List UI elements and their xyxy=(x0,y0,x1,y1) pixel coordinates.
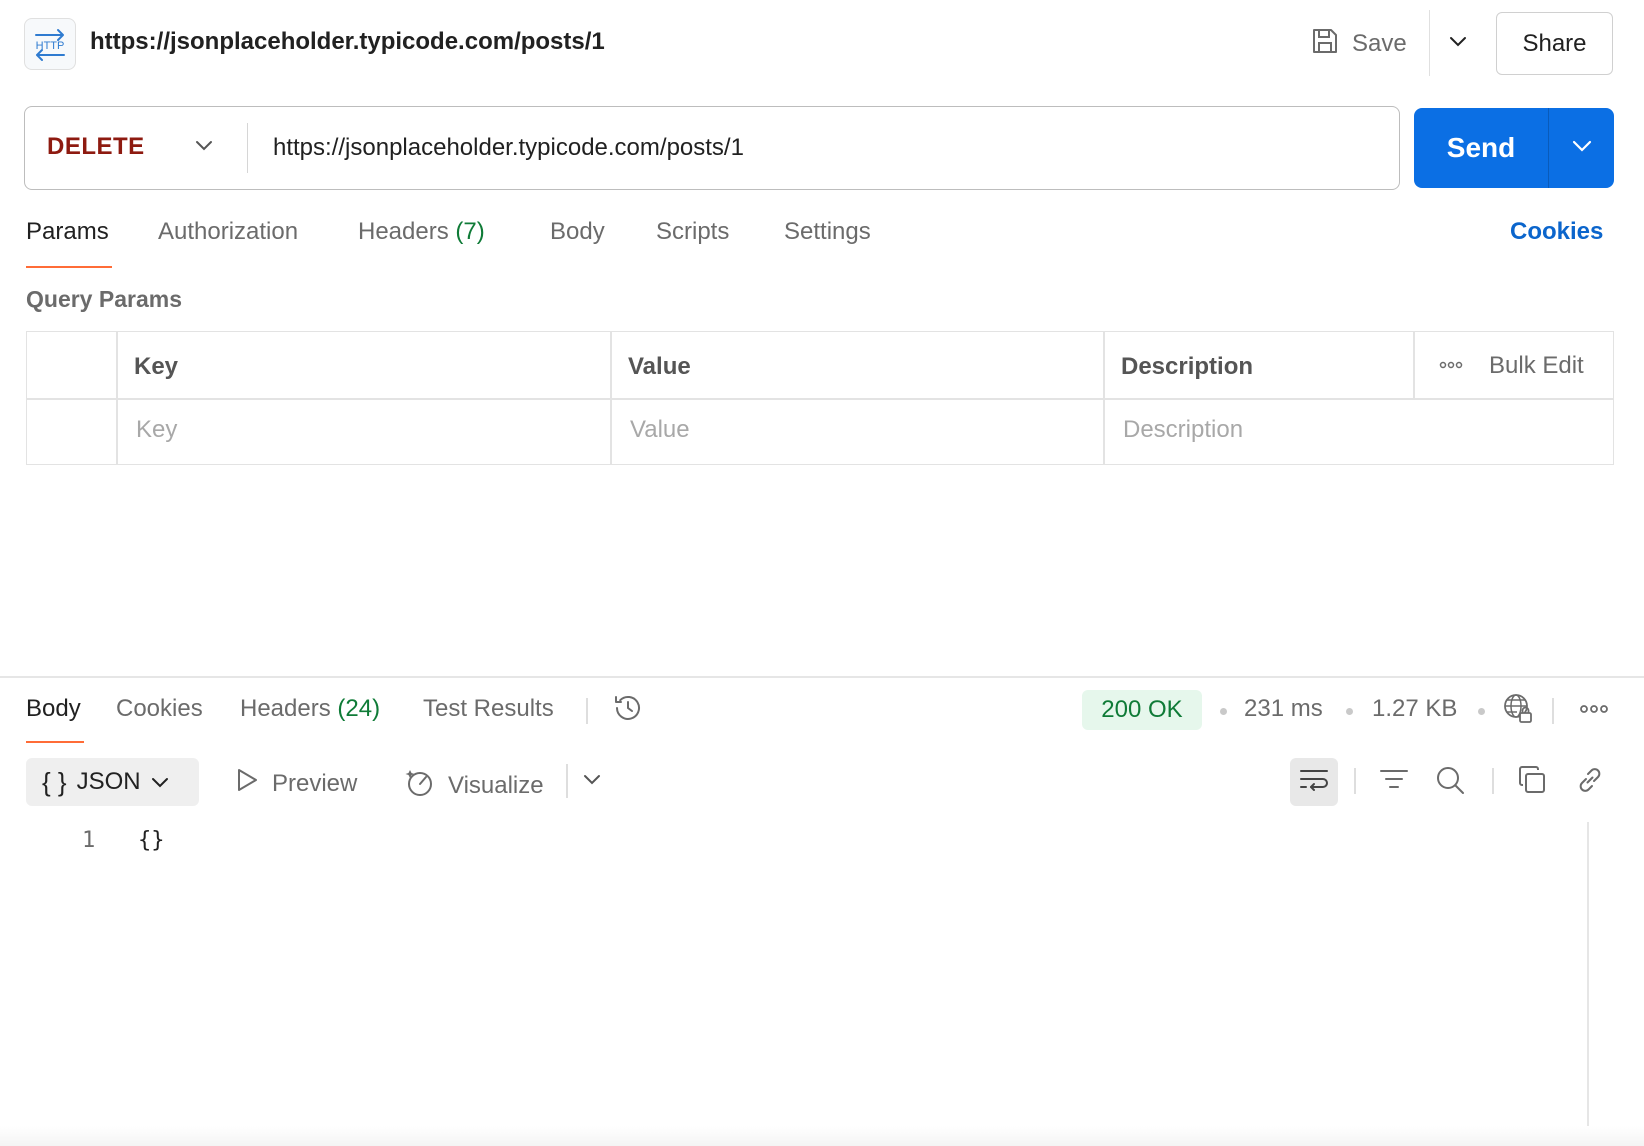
active-tab-indicator xyxy=(26,266,112,268)
pane-resize-handle[interactable] xyxy=(0,676,1644,678)
response-headers-count: (24) xyxy=(337,695,381,722)
link-button[interactable] xyxy=(1566,758,1614,806)
separator-dot xyxy=(1220,708,1227,715)
table-divider xyxy=(27,398,1613,400)
visualize-button[interactable]: Visualize xyxy=(404,766,544,805)
tab-body[interactable]: Body xyxy=(550,218,605,246)
send-options-button[interactable] xyxy=(1549,108,1614,188)
tab-response-headers-label: Headers xyxy=(240,695,331,722)
bottom-edge xyxy=(0,1126,1644,1146)
save-icon xyxy=(1310,26,1340,63)
globe-lock-icon xyxy=(1501,691,1535,730)
response-more-button[interactable] xyxy=(1570,686,1618,734)
search-button[interactable] xyxy=(1426,758,1474,806)
table-divider xyxy=(1103,332,1105,464)
headers-count: (7) xyxy=(455,218,485,245)
query-params-table: Key Value Description Bulk Edit xyxy=(26,331,1614,465)
method-selector[interactable]: DELETE xyxy=(47,133,145,161)
response-time[interactable]: 231 ms xyxy=(1244,695,1323,723)
chevron-down-icon xyxy=(151,768,169,796)
link-icon xyxy=(1574,764,1606,801)
tab-response-body[interactable]: Body xyxy=(26,695,81,723)
preview-label: Preview xyxy=(272,769,358,797)
request-header: HTTP https://jsonplaceholder.typicode.co… xyxy=(0,0,1644,88)
method-dropdown-button[interactable] xyxy=(187,131,221,165)
query-params-title: Query Params xyxy=(26,286,182,312)
tab-headers[interactable]: Headers (7) xyxy=(358,218,485,246)
column-header-description: Description xyxy=(1121,353,1254,380)
chevron-down-icon xyxy=(1449,35,1467,53)
tab-settings[interactable]: Settings xyxy=(784,218,871,246)
preview-button[interactable]: Preview xyxy=(234,766,357,801)
share-button[interactable]: Share xyxy=(1496,12,1613,75)
response-size[interactable]: 1.27 KB xyxy=(1372,695,1457,723)
divider xyxy=(1429,10,1430,76)
column-header-value: Value xyxy=(628,353,691,380)
http-request-icon: HTTP xyxy=(24,18,76,70)
tab-response-headers[interactable]: Headers (24) xyxy=(240,695,380,723)
param-value-input[interactable] xyxy=(630,412,1090,448)
active-tab-indicator xyxy=(26,741,84,743)
more-horizontal-icon xyxy=(1580,701,1608,719)
bulk-edit-link[interactable]: Bulk Edit xyxy=(1489,352,1584,380)
separator-dot xyxy=(1478,708,1485,715)
tab-scripts[interactable]: Scripts xyxy=(656,218,729,246)
divider xyxy=(1354,768,1356,794)
braces-icon: { } xyxy=(42,766,67,797)
copy-button[interactable] xyxy=(1508,758,1556,806)
tab-params[interactable]: Params xyxy=(26,218,109,246)
url-bar: DELETE xyxy=(24,106,1400,190)
chevron-down-icon xyxy=(583,773,601,791)
send-button[interactable]: Send xyxy=(1414,108,1548,188)
table-divider xyxy=(1413,332,1415,398)
separator-dot xyxy=(1346,708,1353,715)
save-button[interactable]: Save xyxy=(1310,24,1407,64)
play-icon xyxy=(234,766,260,801)
divider xyxy=(586,698,588,724)
filter-button[interactable] xyxy=(1370,758,1418,806)
more-options-button[interactable] xyxy=(1431,350,1471,382)
chevron-down-icon xyxy=(1572,139,1592,157)
divider xyxy=(1492,768,1494,794)
table-divider xyxy=(610,332,612,464)
divider xyxy=(247,123,248,173)
tab-authorization[interactable]: Authorization xyxy=(158,218,298,246)
status-badge[interactable]: 200 OK xyxy=(1082,690,1202,730)
format-label: JSON xyxy=(76,768,141,795)
divider xyxy=(1552,698,1554,724)
line-number: 1 xyxy=(82,828,96,853)
network-info-button[interactable] xyxy=(1494,686,1542,734)
param-description-input[interactable] xyxy=(1123,412,1603,448)
column-header-key: Key xyxy=(134,353,179,380)
history-button[interactable] xyxy=(604,686,652,734)
cookies-link[interactable]: Cookies xyxy=(1510,218,1603,246)
tab-test-results[interactable]: Test Results xyxy=(423,695,554,723)
more-horizontal-icon xyxy=(1439,357,1463,375)
visualize-options-button[interactable] xyxy=(568,758,616,806)
url-input[interactable] xyxy=(273,129,1373,167)
format-selector[interactable]: { } JSON xyxy=(26,758,199,806)
search-icon xyxy=(1435,765,1465,800)
chevron-down-icon xyxy=(195,139,213,157)
wrap-lines-icon xyxy=(1299,767,1329,798)
save-label: Save xyxy=(1352,30,1407,57)
param-key-input[interactable] xyxy=(136,412,596,448)
response-body-code[interactable]: {} xyxy=(138,828,165,853)
wrap-lines-button[interactable] xyxy=(1290,758,1338,806)
send-button-group: Send xyxy=(1414,108,1614,188)
visualize-icon xyxy=(404,766,436,805)
table-divider xyxy=(116,332,118,464)
filter-icon xyxy=(1379,767,1409,798)
scrollbar[interactable] xyxy=(1587,822,1589,1134)
save-options-button[interactable] xyxy=(1440,26,1476,62)
request-title[interactable]: https://jsonplaceholder.typicode.com/pos… xyxy=(90,28,605,56)
copy-icon xyxy=(1517,765,1547,800)
visualize-label: Visualize xyxy=(448,771,544,799)
history-icon xyxy=(612,692,644,729)
tab-response-cookies[interactable]: Cookies xyxy=(116,695,203,723)
tab-headers-label: Headers xyxy=(358,218,449,245)
http-badge-text: HTTP xyxy=(36,40,65,52)
